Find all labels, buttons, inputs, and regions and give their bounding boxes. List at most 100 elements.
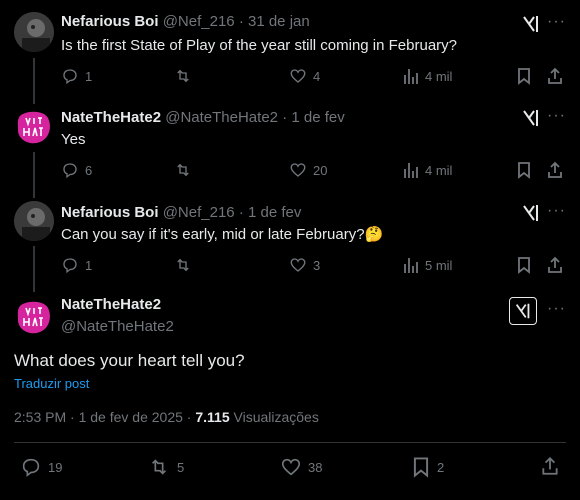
grok-icon[interactable] (520, 202, 542, 224)
like-button[interactable]: 38 (280, 456, 322, 478)
author-name[interactable]: Nefarious Boi (61, 204, 159, 221)
separator-dot: · (238, 204, 244, 221)
tweet-header: NateTheHate2 @NateTheHate2 · 1 de fev (61, 109, 345, 126)
tweet-actions: 1 3 5 mil (61, 256, 571, 276)
retweet-button[interactable] (173, 67, 199, 85)
post-date[interactable]: 1 de fev (291, 109, 344, 126)
share-button[interactable] (546, 161, 564, 179)
retweet-button[interactable]: 5 (147, 456, 184, 478)
retweet-icon (177, 69, 189, 83)
views-count: 5 mil (425, 257, 453, 273)
reply-icon (22, 458, 40, 477)
retweet-count: 5 (177, 459, 185, 475)
grok-icon[interactable] (520, 13, 542, 35)
retweet-icon (151, 459, 167, 475)
views-icon (404, 69, 418, 84)
more-icon[interactable]: ··· (547, 202, 566, 220)
like-count: 38 (308, 459, 323, 475)
thread-line (33, 246, 35, 292)
share-button[interactable] (546, 67, 564, 85)
reply-button[interactable]: 1 (61, 256, 92, 274)
retweet-icon (177, 258, 189, 272)
thread-line (33, 152, 35, 198)
bookmark-button[interactable] (516, 67, 532, 85)
reply-icon (63, 69, 77, 85)
views-count: 4 mil (425, 162, 453, 178)
grok-icon[interactable] (520, 107, 542, 129)
bookmark-button[interactable]: 2 (411, 456, 444, 478)
author-name[interactable]: NateTheHate2 (61, 109, 161, 126)
bookmark-button[interactable] (516, 161, 532, 179)
retweet-button[interactable] (173, 256, 199, 274)
author-name[interactable]: NateTheHate2 (61, 296, 161, 313)
post-date[interactable]: 31 de jan (248, 13, 310, 30)
more-icon[interactable]: ··· (547, 13, 566, 31)
post-meta: 2:53 PM · 1 de fev de 2025 · 7.115 Visua… (14, 409, 319, 425)
author-handle[interactable]: @Nef_216 (163, 13, 235, 30)
grok-button[interactable] (509, 297, 537, 325)
bookmark-icon (518, 162, 530, 179)
bookmark-icon (518, 257, 530, 274)
tweet-text-content: Can you say if it's early, mid or late F… (61, 226, 365, 243)
share-button[interactable] (540, 456, 560, 476)
reply-button[interactable]: 6 (61, 161, 92, 179)
author-handle[interactable]: @NateTheHate2 (165, 109, 278, 126)
share-button[interactable] (546, 256, 564, 274)
share-icon (548, 67, 562, 84)
tweet-text-content: Yes (61, 131, 86, 148)
bookmark-icon (518, 68, 530, 85)
focused-actions: 19 5 38 2 (0, 456, 580, 478)
like-count: 3 (313, 257, 321, 273)
bookmark-button[interactable] (516, 256, 532, 274)
more-icon[interactable]: ··· (547, 300, 566, 318)
avatar[interactable] (14, 12, 54, 52)
tweet-header: Nefarious Boi @Nef_216 · 31 de jan (61, 13, 310, 30)
reply-icon (63, 258, 77, 274)
avatar[interactable] (14, 201, 54, 241)
grok-icon (515, 303, 530, 319)
tweet-actions: 1 4 4 mil (61, 67, 571, 87)
avatar[interactable] (14, 106, 54, 146)
thread-line (33, 58, 35, 104)
translate-link[interactable]: Traduzir post (14, 376, 89, 391)
divider (14, 442, 566, 443)
views-count: 4 mil (425, 68, 453, 84)
reply-button[interactable]: 1 (61, 67, 92, 85)
like-count: 4 (313, 68, 321, 84)
like-icon (281, 458, 301, 476)
like-icon (290, 163, 306, 177)
reply-button[interactable]: 19 (20, 456, 62, 478)
separator-dot: · (282, 109, 288, 126)
tweet-header: Nefarious Boi @Nef_216 · 1 de fev (61, 204, 301, 221)
tweet-text: Is the first State of Play of the year s… (61, 37, 457, 54)
views-button[interactable]: 4 mil (403, 161, 452, 179)
retweet-icon (177, 163, 189, 177)
share-icon (548, 256, 562, 273)
tweet-text: What does your heart tell you? (14, 351, 245, 370)
retweet-button[interactable] (173, 161, 199, 179)
like-button[interactable]: 4 (289, 67, 320, 85)
share-icon (542, 456, 558, 475)
views-button[interactable]: 4 mil (403, 67, 452, 85)
views-label: Visualizações (229, 409, 319, 425)
author-handle[interactable]: @Nef_216 (163, 204, 235, 221)
post-date[interactable]: 1 de fev (248, 204, 301, 221)
like-button[interactable]: 20 (289, 161, 327, 179)
tweet-text: Yes (61, 131, 85, 148)
like-icon (290, 258, 306, 272)
avatar[interactable] (14, 296, 54, 336)
like-count: 20 (313, 162, 328, 178)
reply-count: 1 (85, 257, 93, 273)
views-total: 7.115 (195, 409, 230, 425)
author-handle[interactable]: @NateTheHate2 (61, 318, 174, 335)
author-name[interactable]: Nefarious Boi (61, 13, 159, 30)
views-icon (404, 163, 418, 178)
reply-count: 19 (48, 459, 63, 475)
post-timestamp[interactable]: 2:53 PM · 1 de fev de 2025 · (14, 409, 195, 425)
tweet-text-content: Is the first State of Play of the year s… (61, 37, 458, 54)
views-button[interactable]: 5 mil (403, 256, 452, 274)
like-icon (290, 69, 306, 83)
like-button[interactable]: 3 (289, 256, 320, 274)
share-icon (548, 161, 562, 178)
more-icon[interactable]: ··· (547, 107, 566, 125)
